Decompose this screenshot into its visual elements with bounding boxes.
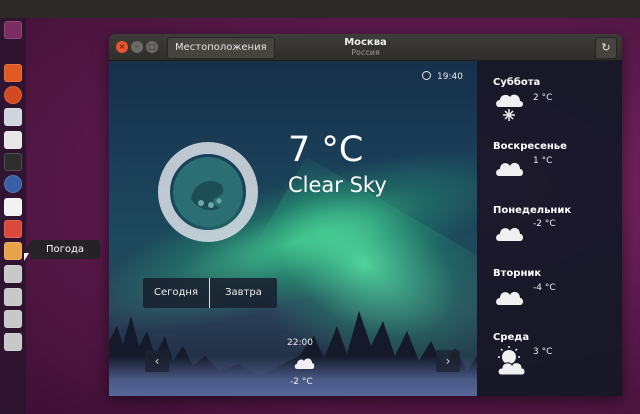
- sun-cloud-icon: [497, 346, 526, 376]
- drive-icon[interactable]: [4, 333, 22, 351]
- weather-app-icon[interactable]: [4, 242, 22, 260]
- current-temperature: 7 °C: [288, 130, 364, 170]
- refresh-icon[interactable]: ↻: [595, 37, 617, 59]
- window-title-country: Россия: [351, 48, 380, 57]
- dash-icon[interactable]: [4, 21, 22, 39]
- current-condition: Clear Sky: [288, 173, 387, 197]
- files-icon[interactable]: [4, 64, 22, 82]
- previous-hour-button[interactable]: ‹: [145, 350, 169, 372]
- firefox-icon[interactable]: [4, 86, 22, 104]
- clock-icon: [422, 71, 431, 80]
- forecast-day: Понедельник: [493, 205, 572, 216]
- forecast-panel: Суббота 2 °C Воскресенье 1 °C Понедельни…: [477, 61, 622, 396]
- next-hour-button[interactable]: ›: [436, 350, 460, 372]
- tab-today[interactable]: Сегодня: [143, 278, 209, 308]
- cloud-icon: [496, 162, 523, 176]
- forecast-temp: 3 °C: [533, 347, 553, 357]
- current-time: 19:40: [422, 71, 463, 82]
- drive-icon[interactable]: [4, 265, 22, 283]
- top-panel: [0, 0, 640, 18]
- forecast-temp: -2 °C: [533, 219, 556, 229]
- settings-icon[interactable]: [4, 108, 22, 126]
- window-title-city: Москва: [344, 37, 387, 48]
- cloud-icon: [496, 291, 523, 305]
- software-icon[interactable]: [4, 131, 22, 149]
- title-bar: × – □ Местоположения Москва Россия ↻: [109, 34, 622, 61]
- tab-tomorrow[interactable]: Завтра: [210, 278, 277, 308]
- text-editor-icon[interactable]: [4, 198, 22, 216]
- forecast-temp: -4 °C: [533, 283, 556, 293]
- terminal-icon[interactable]: [4, 153, 22, 171]
- forecast-day: Вторник: [493, 268, 542, 279]
- tools-icon[interactable]: [4, 220, 22, 238]
- launcher-tooltip: Погода: [24, 240, 100, 259]
- hourly-time: 22:00: [287, 338, 313, 348]
- clear-sky-icon: [173, 157, 243, 227]
- weather-window: × – □ Местоположения Москва Россия ↻ 19:…: [109, 34, 622, 396]
- hourly-temperature: -2 °C: [290, 377, 313, 387]
- browser-icon[interactable]: [4, 175, 22, 193]
- cloud-icon: [294, 358, 315, 369]
- cloud-icon: [496, 227, 523, 241]
- forecast-temp: 2 °C: [533, 93, 553, 103]
- forecast-temp: 1 °C: [533, 156, 553, 166]
- drive-icon[interactable]: [4, 310, 22, 328]
- drive-icon[interactable]: [4, 288, 22, 306]
- forecast-day: Среда: [493, 332, 530, 343]
- day-tabs: Сегодня Завтра: [143, 278, 277, 308]
- snow-icon: [496, 94, 523, 121]
- forecast-day: Суббота: [493, 77, 541, 88]
- mouse-cursor-icon: [24, 253, 29, 261]
- launcher: [0, 18, 26, 414]
- forecast-day: Воскресенье: [493, 141, 567, 152]
- time-label: 19:40: [437, 72, 463, 82]
